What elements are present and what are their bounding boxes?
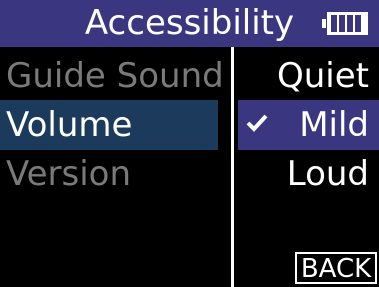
battery-icon (322, 12, 368, 35)
option-loud[interactable]: Loud (287, 150, 369, 198)
back-button-label: BACK (300, 254, 372, 284)
option-mild[interactable]: Mild (299, 101, 369, 149)
option-label: Mild (299, 105, 369, 145)
option-quiet[interactable]: Quiet (277, 52, 369, 100)
checkmark-icon (246, 114, 268, 132)
menu-item-volume[interactable]: Volume (6, 101, 132, 149)
menu-item-label: Volume (6, 105, 133, 145)
menu-item-label: Version (6, 154, 132, 194)
menu-item-version[interactable]: Version (6, 150, 131, 198)
menu-item-guide-sound[interactable]: Guide Sound (6, 52, 224, 100)
menu-item-label: Guide Sound (6, 56, 224, 96)
back-button[interactable]: BACK (295, 252, 377, 284)
menu-divider (231, 47, 234, 287)
option-label: Loud (286, 154, 369, 194)
option-label: Quiet (276, 56, 369, 96)
